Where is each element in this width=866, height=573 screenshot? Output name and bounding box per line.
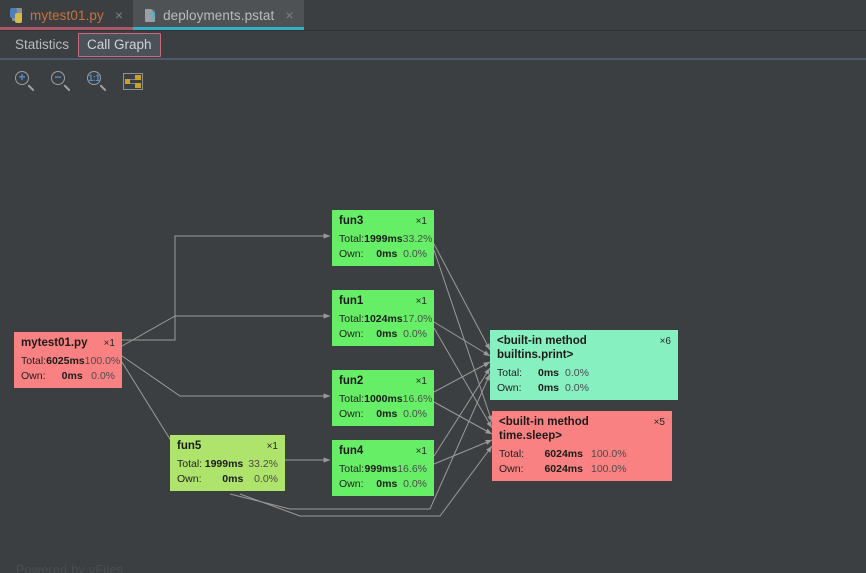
node-title: <built-in method builtins.print> bbox=[497, 335, 587, 362]
node-total-value: 0ms bbox=[537, 366, 559, 379]
node-own-label: Own: bbox=[177, 472, 202, 485]
node-total-label: Total: bbox=[339, 312, 365, 325]
editor-tab-label: mytest01.py bbox=[30, 7, 104, 23]
node-total-value: 1999ms bbox=[364, 232, 403, 245]
node-own-label: Own: bbox=[339, 477, 364, 490]
node-total-value: 6024ms bbox=[544, 447, 583, 460]
node-total-value: 1000ms bbox=[364, 392, 403, 405]
node-total-pct: 16.6% bbox=[402, 392, 433, 405]
node-title: fun1 bbox=[339, 295, 364, 307]
node-own-pct: 0.0% bbox=[403, 247, 427, 260]
zoom-actual-label: 1:1 bbox=[88, 73, 100, 83]
node-total-pct: 17.0% bbox=[402, 312, 433, 325]
unknown-file-icon: ? bbox=[143, 8, 158, 23]
node-total-label: Total: bbox=[177, 457, 203, 470]
profiler-subtab-bar: Statistics Call Graph bbox=[0, 31, 866, 58]
node-call-count: ×1 bbox=[415, 216, 427, 227]
node-total-pct: 100.0% bbox=[84, 354, 121, 367]
node-total-pct: 100.0% bbox=[591, 447, 627, 460]
zoom-actual-size-button[interactable]: 1:1 bbox=[86, 70, 110, 94]
node-total-pct: 33.2% bbox=[248, 457, 278, 470]
node-own-pct: 0.0% bbox=[565, 381, 589, 394]
node-total-label: Total: bbox=[339, 232, 365, 245]
zoom-out-button[interactable]: − bbox=[50, 70, 74, 94]
profiler-call-graph-window: mytest01.py × ? deployments.pstat × Stat… bbox=[0, 0, 866, 573]
fit-content-button[interactable] bbox=[122, 70, 146, 94]
node-own-value: 0ms bbox=[376, 477, 398, 490]
node-total-label: Total: bbox=[21, 354, 47, 367]
node-total-label: Total: bbox=[499, 447, 525, 460]
node-own-pct: 0.0% bbox=[403, 477, 427, 490]
node-own-value: 6024ms bbox=[544, 462, 583, 475]
node-own-value: 0ms bbox=[222, 472, 244, 485]
node-own-pct: 0.0% bbox=[403, 407, 427, 420]
node-own-pct: 0.0% bbox=[254, 472, 278, 485]
graph-node-time-sleep[interactable]: <built-in method time.sleep> ×5 Total: 6… bbox=[492, 411, 672, 481]
node-own-value: 0ms bbox=[61, 369, 83, 382]
graph-node-fun1[interactable]: fun1 ×1 Total: 1024ms 17.0% Own: 0ms 0.0… bbox=[332, 290, 434, 346]
node-total-pct: 16.6% bbox=[397, 462, 427, 475]
node-call-count: ×6 bbox=[659, 336, 671, 347]
node-own-pct: 100.0% bbox=[591, 462, 627, 475]
node-total-pct: 0.0% bbox=[565, 366, 589, 379]
node-total-label: Total: bbox=[339, 392, 365, 405]
node-own-label: Own: bbox=[499, 462, 524, 475]
call-graph-canvas[interactable]: mytest01.py ×1 Total: 6025ms 100.0% Own:… bbox=[0, 104, 866, 573]
tab-call-graph-label: Call Graph bbox=[87, 36, 152, 52]
tab-statistics[interactable]: Statistics bbox=[6, 33, 78, 57]
graph-node-fun4[interactable]: fun4 ×1 Total: 999ms 16.6% Own: 0ms 0.0% bbox=[332, 440, 434, 496]
node-title: mytest01.py bbox=[21, 337, 88, 349]
node-title: fun2 bbox=[339, 375, 364, 387]
tab-call-graph[interactable]: Call Graph bbox=[78, 32, 161, 57]
node-title: fun5 bbox=[177, 440, 202, 452]
node-call-count: ×5 bbox=[653, 417, 665, 428]
node-title: fun4 bbox=[339, 445, 364, 457]
node-call-count: ×1 bbox=[415, 296, 427, 307]
node-total-value: 999ms bbox=[364, 462, 398, 475]
node-own-label: Own: bbox=[497, 381, 522, 394]
node-own-label: Own: bbox=[21, 369, 46, 382]
zoom-in-button[interactable]: + bbox=[14, 70, 38, 94]
node-own-pct: 0.0% bbox=[91, 369, 115, 382]
graph-node-fun5[interactable]: fun5 ×1 Total: 1999ms 33.2% Own: 0ms 0.0… bbox=[170, 435, 285, 491]
node-own-label: Own: bbox=[339, 327, 364, 340]
node-own-value: 0ms bbox=[537, 381, 559, 394]
node-total-value: 1999ms bbox=[204, 457, 244, 470]
graph-node-fun3[interactable]: fun3 ×1 Total: 1999ms 33.2% Own: 0ms 0.0… bbox=[332, 210, 434, 266]
node-own-label: Own: bbox=[339, 407, 364, 420]
graph-node-builtins-print[interactable]: <built-in method builtins.print> ×6 Tota… bbox=[490, 330, 678, 400]
node-own-value: 0ms bbox=[376, 247, 398, 260]
node-own-value: 0ms bbox=[376, 407, 398, 420]
editor-tab-bar: mytest01.py × ? deployments.pstat × bbox=[0, 0, 866, 30]
node-total-value: 6025ms bbox=[46, 354, 85, 367]
node-total-pct: 33.2% bbox=[402, 232, 433, 245]
graph-toolbar: + − 1:1 bbox=[0, 60, 866, 104]
editor-tab-deployments-pstat[interactable]: ? deployments.pstat × bbox=[133, 0, 304, 30]
graph-node-fun2[interactable]: fun2 ×1 Total: 1000ms 16.6% Own: 0ms 0.0… bbox=[332, 370, 434, 426]
node-total-value: 1024ms bbox=[364, 312, 403, 325]
editor-tab-label: deployments.pstat bbox=[163, 7, 275, 23]
close-icon[interactable]: × bbox=[283, 8, 295, 22]
close-icon[interactable]: × bbox=[113, 8, 125, 22]
editor-tab-mytest01[interactable]: mytest01.py × bbox=[0, 0, 134, 30]
tab-statistics-label: Statistics bbox=[15, 36, 70, 52]
node-total-label: Total: bbox=[339, 462, 365, 475]
python-file-icon bbox=[10, 7, 25, 23]
node-own-value: 0ms bbox=[376, 327, 398, 340]
call-graph-icon bbox=[123, 73, 143, 90]
node-title: <built-in method time.sleep> bbox=[499, 416, 589, 443]
graph-node-mytest01[interactable]: mytest01.py ×1 Total: 6025ms 100.0% Own:… bbox=[14, 332, 122, 388]
node-own-pct: 0.0% bbox=[403, 327, 427, 340]
yfiles-watermark: Powered by yFiles bbox=[16, 563, 124, 573]
node-call-count: ×1 bbox=[415, 376, 427, 387]
node-total-label: Total: bbox=[497, 366, 523, 379]
node-call-count: ×1 bbox=[266, 441, 278, 452]
node-own-label: Own: bbox=[339, 247, 364, 260]
node-call-count: ×1 bbox=[103, 338, 115, 349]
node-title: fun3 bbox=[339, 215, 364, 227]
node-call-count: ×1 bbox=[415, 446, 427, 457]
